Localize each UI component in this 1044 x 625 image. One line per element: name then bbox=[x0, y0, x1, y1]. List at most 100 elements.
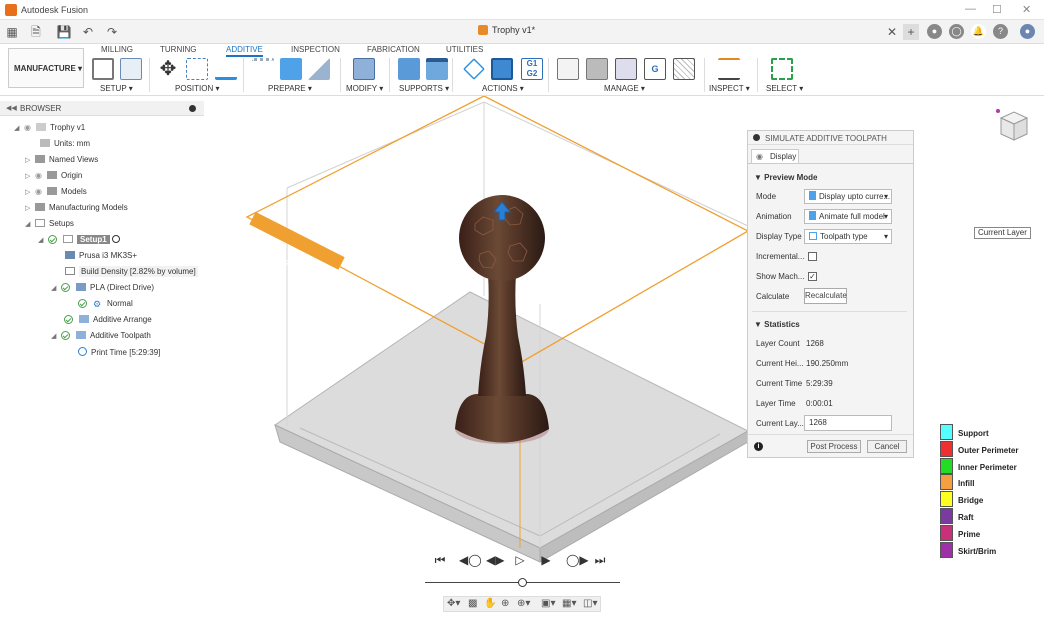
step-back-icon[interactable]: ◀▶ bbox=[486, 553, 504, 567]
preview-mode-header[interactable]: ▼ Preview Mode bbox=[754, 173, 818, 182]
modify-mesh-icon[interactable] bbox=[353, 58, 375, 80]
document-tab[interactable]: Trophy v1* bbox=[478, 25, 535, 35]
active-setup-icon[interactable] bbox=[111, 235, 120, 243]
group-setup[interactable]: SETUP ▾ bbox=[100, 84, 133, 93]
view-cube-icon[interactable] bbox=[995, 106, 1033, 146]
tree-setup1[interactable]: ◢ Setup1 bbox=[38, 235, 120, 244]
group-prepare[interactable]: PREPARE ▾ bbox=[268, 84, 312, 93]
tree-arrange[interactable]: Additive Arrange bbox=[64, 315, 152, 324]
close-icon[interactable]: ✕ bbox=[1022, 3, 1031, 16]
cancel-button[interactable]: Cancel bbox=[867, 440, 907, 453]
playback-slider[interactable] bbox=[518, 578, 527, 587]
group-modify[interactable]: MODIFY ▾ bbox=[346, 84, 383, 93]
machine-library-icon[interactable] bbox=[586, 58, 608, 80]
tree-models[interactable]: ▷ ◉ Models bbox=[25, 187, 87, 196]
avatar[interactable]: ● bbox=[1020, 24, 1035, 39]
tree-print-time[interactable]: Print Time [5:29:39] bbox=[78, 347, 160, 357]
tab-turning[interactable]: TURNING bbox=[160, 45, 196, 54]
step-forward-icon[interactable]: ▶ bbox=[539, 553, 553, 567]
zoom-icon[interactable]: ⊕ bbox=[501, 598, 509, 609]
show-machine-checkbox[interactable]: ✓ bbox=[808, 272, 817, 281]
grid-settings-icon[interactable]: ▦▾ bbox=[562, 598, 576, 609]
group-actions[interactable]: ACTIONS ▾ bbox=[482, 84, 524, 93]
tree-manufacturing-models[interactable]: ▷ Manufacturing Models bbox=[25, 203, 128, 212]
arrange-icon[interactable] bbox=[280, 58, 302, 80]
support-bar-icon[interactable] bbox=[426, 58, 448, 80]
play-icon[interactable]: ▷ bbox=[513, 553, 527, 567]
tree-origin[interactable]: ▷ ◉ Origin bbox=[25, 171, 82, 180]
grid-menu-icon[interactable]: ▦ bbox=[4, 24, 20, 40]
mode-select[interactable]: Display upto curre... ▾ bbox=[804, 189, 892, 204]
tree-build-density[interactable]: Build Density [2.82% by volume] bbox=[65, 266, 198, 277]
recalculate-button[interactable]: Recalculate bbox=[804, 288, 847, 304]
simulate-icon[interactable] bbox=[491, 58, 513, 80]
orientation-icon[interactable] bbox=[252, 58, 274, 80]
panel-pin-icon[interactable] bbox=[753, 134, 760, 141]
eye-icon[interactable]: ◉ bbox=[35, 187, 42, 196]
tree-toolpath[interactable]: ◢ Additive Toolpath bbox=[51, 331, 151, 340]
display-type-select[interactable]: Toolpath type ▾ bbox=[804, 229, 892, 244]
group-position[interactable]: POSITION ▾ bbox=[175, 84, 219, 93]
minimize-icon[interactable]: — bbox=[965, 3, 976, 15]
browser-pin-icon[interactable] bbox=[189, 105, 196, 112]
generate-icon[interactable] bbox=[463, 58, 485, 80]
group-manage[interactable]: MANAGE ▾ bbox=[604, 84, 645, 93]
orbit-icon[interactable]: ✥▾ bbox=[447, 598, 460, 609]
close-tab-icon[interactable]: ✕ bbox=[884, 24, 900, 40]
group-inspect[interactable]: INSPECT ▾ bbox=[709, 84, 750, 93]
post-process-icon[interactable]: G1 G2 bbox=[521, 58, 543, 80]
tab-additive[interactable]: ADDITIVE bbox=[226, 45, 263, 57]
skip-to-start-icon[interactable]: ⏮ bbox=[433, 553, 447, 567]
info-icon[interactable]: i bbox=[754, 442, 763, 451]
animation-select[interactable]: Animate full model ▾ bbox=[804, 209, 892, 224]
tree-material[interactable]: ◢ PLA (Direct Drive) bbox=[51, 283, 154, 292]
statistics-header[interactable]: ▼ Statistics bbox=[754, 320, 800, 329]
display-settings-icon[interactable]: ▣▾ bbox=[541, 598, 555, 609]
fit-icon[interactable]: ⊕▾ bbox=[517, 598, 530, 609]
printer-icon[interactable] bbox=[615, 58, 637, 80]
new-tab-icon[interactable]: + bbox=[903, 24, 919, 40]
new-setup-icon[interactable] bbox=[120, 58, 142, 80]
help-icon[interactable]: ? bbox=[993, 24, 1008, 39]
tree-normal[interactable]: ⚙ Normal bbox=[78, 299, 133, 309]
group-supports[interactable]: SUPPORTS ▾ bbox=[399, 84, 449, 93]
file-icon[interactable]: 🗎 bbox=[28, 24, 44, 40]
tab-fabrication[interactable]: FABRICATION bbox=[367, 45, 420, 54]
place-parts-icon[interactable] bbox=[186, 58, 208, 80]
current-layer-input[interactable]: 1268 bbox=[804, 415, 892, 431]
skip-to-end-icon[interactable]: ⏭ bbox=[593, 553, 607, 567]
tab-milling[interactable]: MILLING bbox=[101, 45, 133, 54]
place-on-platform-icon[interactable] bbox=[215, 58, 237, 80]
tree-units[interactable]: Units: mm bbox=[40, 139, 90, 148]
print-queue-icon[interactable] bbox=[557, 58, 579, 80]
workspace-switcher[interactable]: MANUFACTURE ▾ bbox=[8, 48, 84, 88]
measure-icon[interactable] bbox=[718, 58, 740, 80]
tree-root[interactable]: ◢ ◉ Trophy v1 bbox=[14, 123, 85, 132]
previous-operation-icon[interactable]: ◀◯ bbox=[459, 553, 482, 567]
redo-icon[interactable]: ↷ bbox=[104, 24, 120, 40]
move-icon[interactable]: ✥ bbox=[157, 58, 179, 80]
pan-icon[interactable]: ✋ bbox=[484, 598, 496, 609]
tree-setups[interactable]: ◢ Setups bbox=[25, 219, 74, 228]
group-select[interactable]: SELECT ▾ bbox=[766, 84, 803, 93]
select-icon[interactable] bbox=[771, 58, 793, 80]
gcode-file-icon[interactable]: G bbox=[644, 58, 666, 80]
tab-display[interactable]: ◉ Display bbox=[751, 149, 799, 163]
incremental-checkbox[interactable] bbox=[808, 252, 817, 261]
notifications-icon[interactable]: 🔔 bbox=[971, 24, 986, 39]
tab-inspection[interactable]: INSPECTION bbox=[291, 45, 340, 54]
open-folder-icon[interactable] bbox=[92, 58, 114, 80]
post-process-button[interactable]: Post Process bbox=[807, 440, 861, 453]
extensions-icon[interactable]: ● bbox=[927, 24, 942, 39]
print-settings-icon[interactable] bbox=[673, 58, 695, 80]
save-icon[interactable]: 💾 bbox=[56, 24, 72, 40]
job-status-icon[interactable]: ◯ bbox=[949, 24, 964, 39]
eye-icon[interactable]: ◉ bbox=[35, 171, 42, 180]
maximize-icon[interactable]: ☐ bbox=[992, 3, 1002, 16]
tab-utilities[interactable]: UTILITIES bbox=[446, 45, 483, 54]
tree-named-views[interactable]: ▷ Named Views bbox=[25, 155, 98, 164]
look-at-icon[interactable]: ▩ bbox=[468, 598, 477, 609]
next-operation-icon[interactable]: ◯▶ bbox=[566, 553, 589, 567]
tree-printer[interactable]: Prusa i3 MK3S+ bbox=[65, 251, 137, 260]
collapse-browser-icon[interactable]: ◀◀ bbox=[6, 104, 17, 112]
